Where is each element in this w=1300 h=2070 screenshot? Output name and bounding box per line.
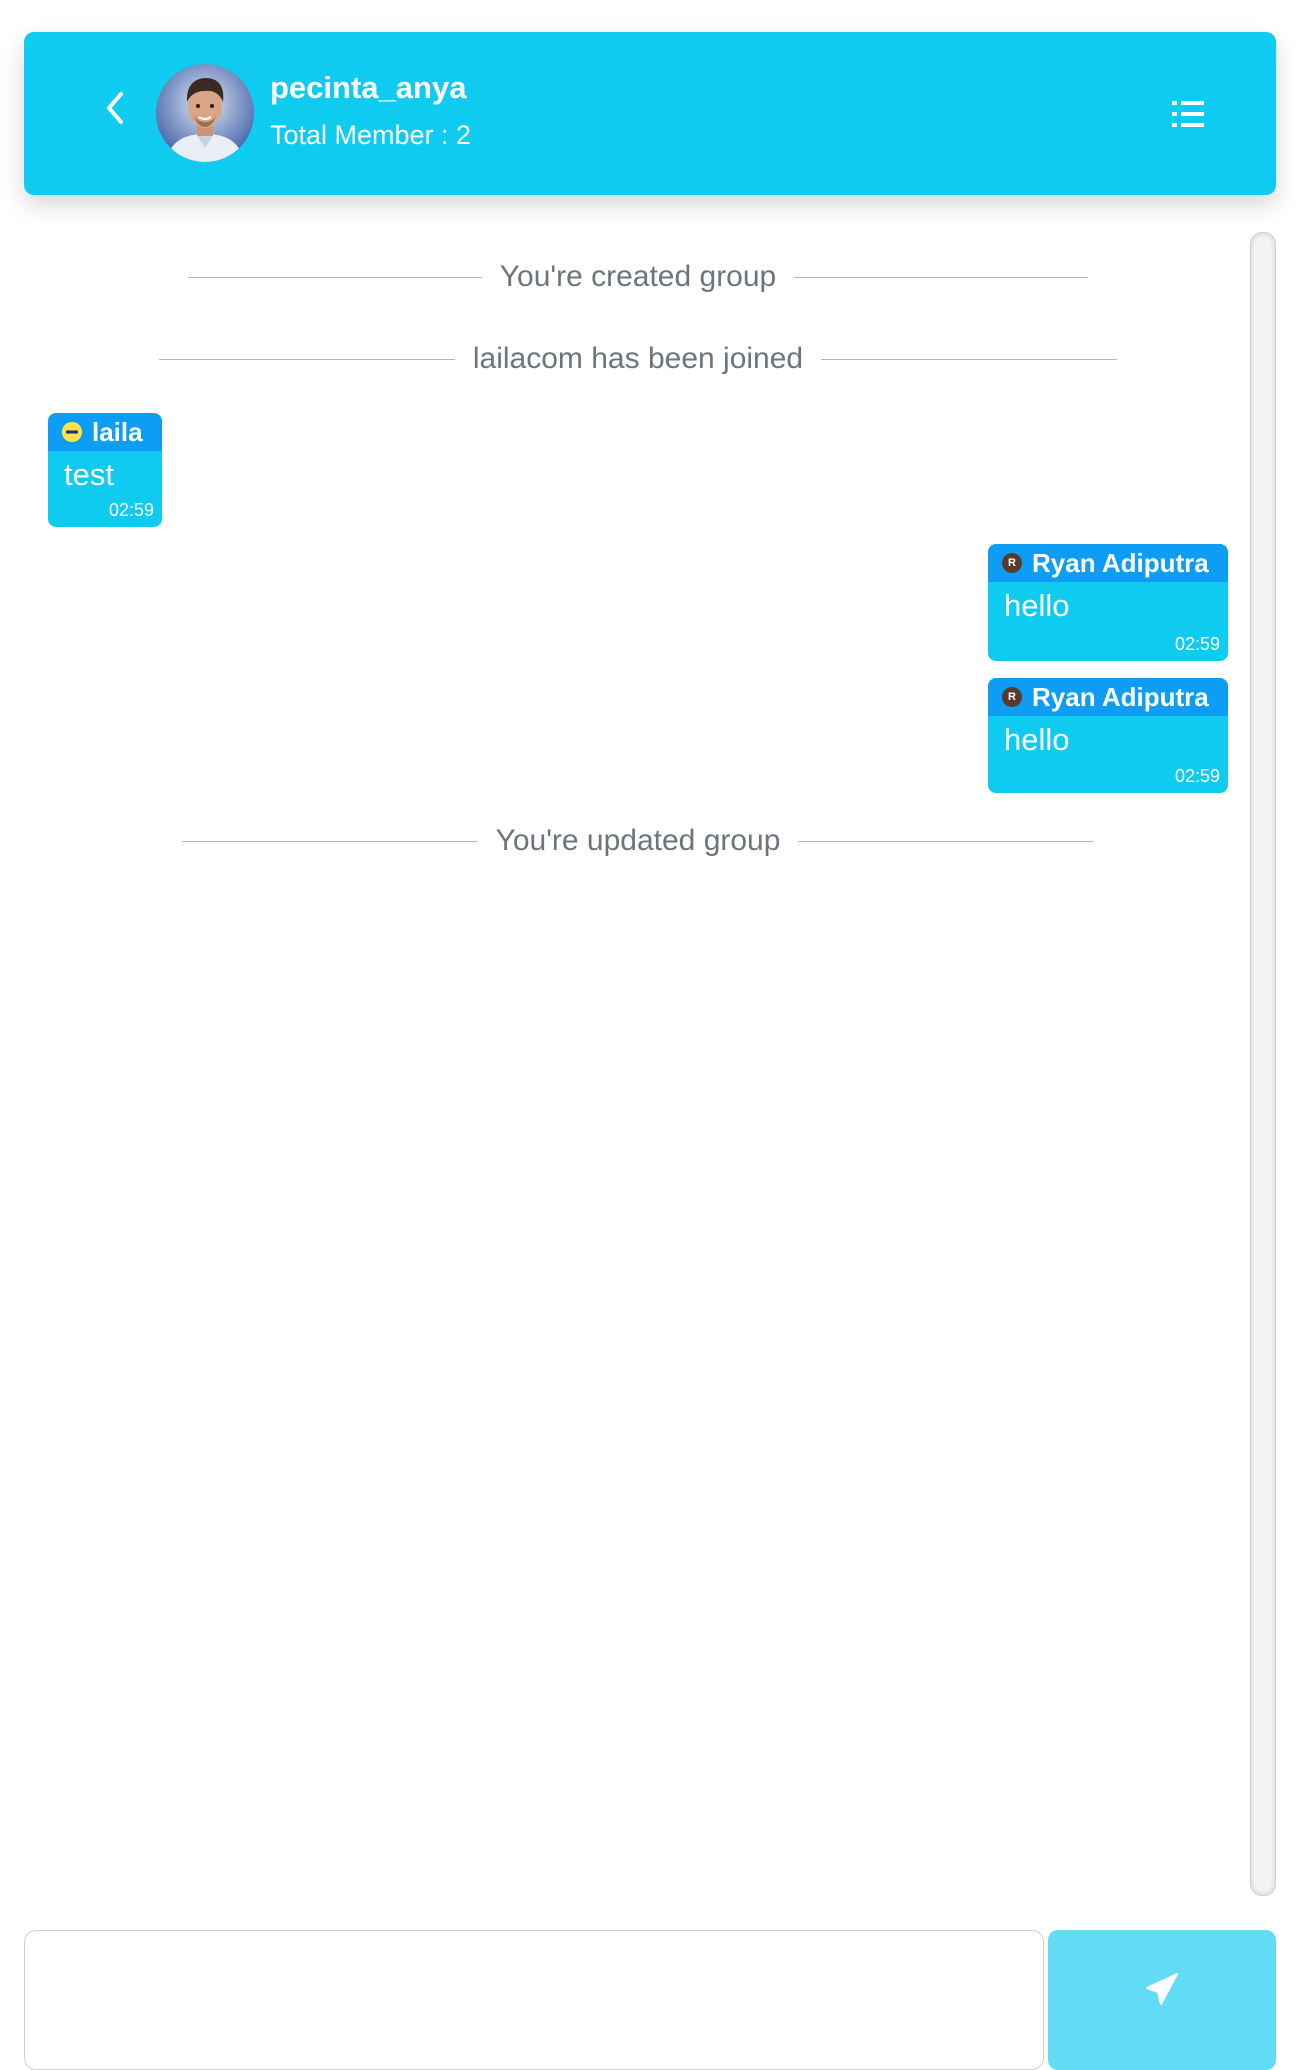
sender-avatar-icon: R: [1002, 553, 1022, 573]
group-name: pecinta_anya: [270, 70, 467, 105]
send-button[interactable]: [1048, 1930, 1276, 2070]
message-bubble-received[interactable]: laila test 02:59: [48, 413, 162, 527]
message-text: test: [64, 457, 114, 492]
sender-avatar-icon: [62, 422, 82, 442]
sender-bar: laila: [48, 413, 162, 451]
event-divider: You're created group: [0, 260, 1276, 294]
chevron-left-icon: [107, 92, 123, 124]
message-text: hello: [1004, 722, 1070, 757]
member-count: Total Member : 2: [270, 120, 472, 150]
paper-plane-icon: [1146, 1973, 1178, 2005]
message-input[interactable]: [24, 1930, 1044, 2070]
sender-avatar-icon: R: [1002, 687, 1022, 707]
sender-name: laila: [92, 416, 143, 447]
sender-bar: R Ryan Adiputra: [988, 678, 1228, 716]
sender-name: Ryan Adiputra: [1032, 681, 1209, 712]
chat-scrollbar[interactable]: [1250, 232, 1276, 1896]
list-icon: [1172, 101, 1204, 127]
event-text: You're created group: [499, 260, 777, 293]
sender-bar: R Ryan Adiputra: [988, 544, 1228, 582]
message-text: hello: [1004, 588, 1070, 623]
sender-avatar-letter: R: [1008, 691, 1016, 703]
message-time: 02:59: [1174, 634, 1220, 654]
message-bubble-sent[interactable]: R Ryan Adiputra hello 02:59: [988, 544, 1228, 661]
event-text: You're updated group: [495, 824, 781, 857]
chat-header: pecinta_anya Total Member : 2: [24, 32, 1276, 195]
sender-avatar-letter: R: [1008, 557, 1016, 569]
group-menu-button[interactable]: [1166, 96, 1210, 132]
message-time: 02:59: [108, 500, 154, 520]
message-bubble-sent[interactable]: R Ryan Adiputra hello 02:59: [988, 678, 1228, 793]
event-divider: You're updated group: [0, 824, 1276, 858]
event-divider: lailacom has been joined: [0, 342, 1276, 376]
event-text: lailacom has been joined: [472, 342, 804, 375]
sender-name: Ryan Adiputra: [1032, 547, 1209, 578]
group-avatar[interactable]: [156, 64, 254, 162]
back-button[interactable]: [86, 80, 142, 136]
message-time: 02:59: [1174, 766, 1220, 786]
